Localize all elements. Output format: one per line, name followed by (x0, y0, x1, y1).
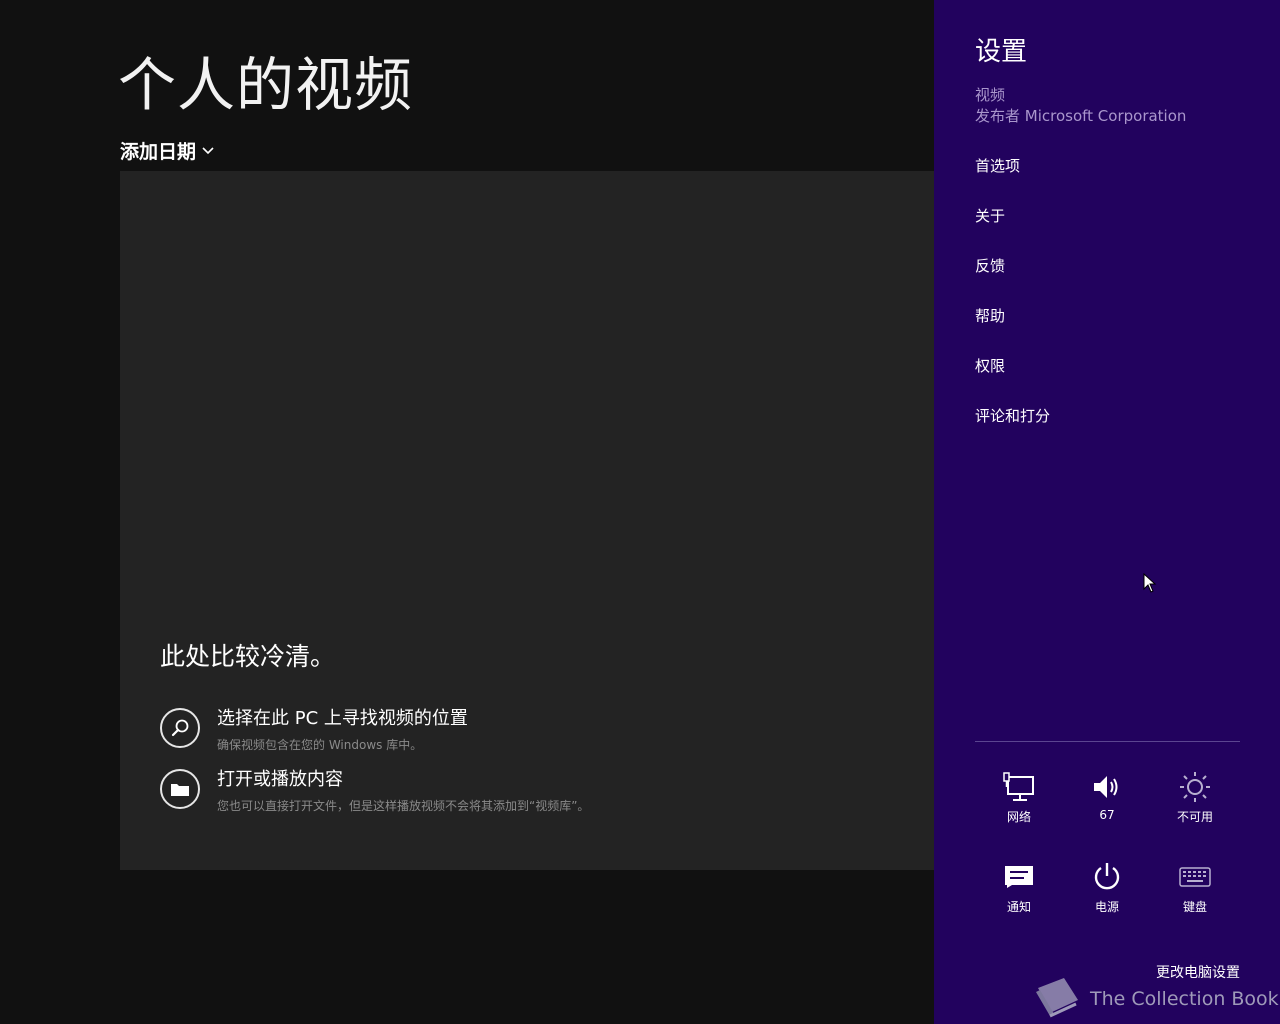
menu-item-help[interactable]: 帮助 (975, 305, 1050, 355)
settings-charm-pane: 设置 视频 发布者 Microsoft Corporation 首选项 关于 反… (934, 0, 1280, 1024)
empty-content-panel: 此处比较冷清。 选择在此 PC 上寻找视频的位置 确保视频包含在您的 Windo… (120, 171, 934, 870)
search-icon (160, 708, 200, 748)
volume-tile[interactable]: 67 (1067, 770, 1147, 822)
settings-title: 设置 (975, 37, 1028, 67)
watermark: The Collection Book (1030, 974, 1279, 1024)
network-tile[interactable]: 网络 (979, 770, 1059, 825)
menu-item-about[interactable]: 关于 (975, 205, 1050, 255)
power-tile[interactable]: 电源 (1067, 860, 1147, 915)
app-name: 视频 (975, 86, 1006, 104)
menu-item-feedback[interactable]: 反馈 (975, 255, 1050, 305)
folder-icon (160, 769, 200, 809)
keyboard-icon (1155, 860, 1235, 894)
watermark-text: The Collection Book (1090, 988, 1279, 1010)
tile-label: 键盘 (1182, 900, 1207, 914)
tile-label: 网络 (1006, 810, 1031, 824)
page-title: 个人的视频 (118, 51, 414, 119)
tile-label: 电源 (1094, 900, 1119, 914)
network-icon (979, 770, 1059, 804)
action-subtitle: 您也可以直接打开文件，但是这样播放视频不会将其添加到“视频库”。 (217, 799, 590, 813)
empty-state-heading: 此处比较冷清。 (160, 642, 336, 671)
tile-label: 不可用 (1176, 810, 1213, 824)
chevron-down-icon (202, 146, 214, 155)
brightness-tile[interactable]: 不可用 (1155, 770, 1235, 825)
action-title: 打开或播放内容 (217, 769, 343, 790)
menu-item-preferences[interactable]: 首选项 (975, 155, 1050, 205)
sort-label: 添加日期 (120, 141, 197, 163)
keyboard-tile[interactable]: 键盘 (1155, 860, 1235, 915)
open-or-play-action[interactable]: 打开或播放内容 您也可以直接打开文件，但是这样播放视频不会将其添加到“视频库”。 (160, 769, 589, 814)
divider (975, 741, 1240, 742)
menu-item-permissions[interactable]: 权限 (975, 355, 1050, 405)
tile-label: 通知 (1006, 900, 1031, 914)
menu-item-rate-and-review[interactable]: 评论和打分 (975, 405, 1050, 455)
action-subtitle: 确保视频包含在您的 Windows 库中。 (217, 738, 423, 752)
notifications-tile[interactable]: 通知 (979, 860, 1059, 915)
publisher-label: 发布者 Microsoft Corporation (975, 107, 1187, 125)
choose-video-locations-action[interactable]: 选择在此 PC 上寻找视频的位置 确保视频包含在您的 Windows 库中。 (160, 708, 468, 753)
mouse-cursor-icon (1143, 572, 1157, 597)
power-icon (1067, 860, 1147, 894)
video-app: 个人的视频 添加日期 此处比较冷清。 选择在此 PC 上寻找视频的位置 确保视频… (0, 0, 934, 1024)
action-title: 选择在此 PC 上寻找视频的位置 (217, 708, 468, 729)
book-icon (1030, 974, 1082, 1024)
notifications-icon (979, 860, 1059, 894)
tile-label: 67 (1099, 808, 1115, 822)
sort-dropdown[interactable]: 添加日期 (120, 137, 214, 164)
brightness-icon (1155, 770, 1235, 804)
settings-menu: 首选项 关于 反馈 帮助 权限 评论和打分 (975, 155, 1050, 455)
volume-icon (1067, 770, 1147, 804)
